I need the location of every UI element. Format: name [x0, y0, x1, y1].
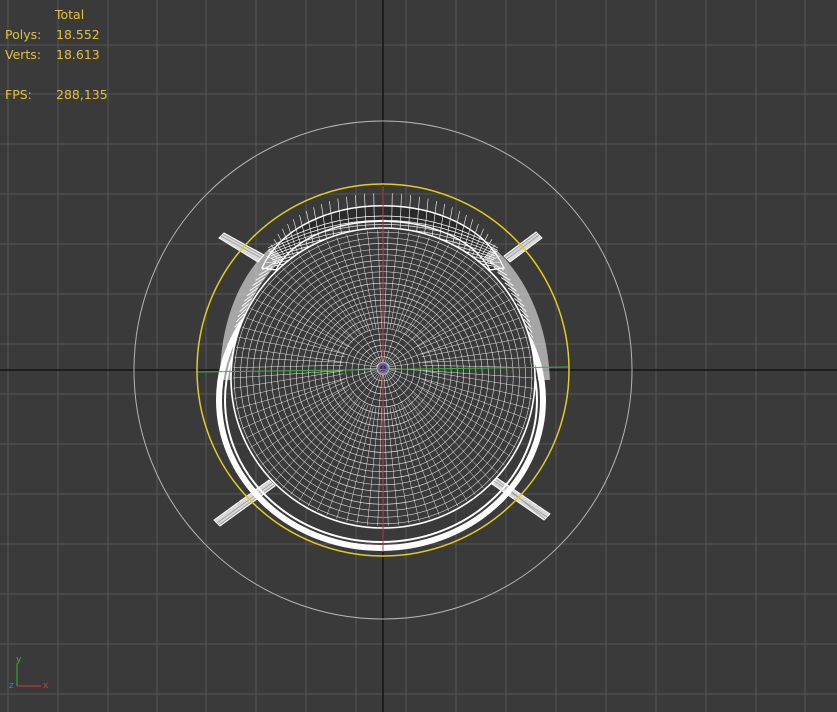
axis-gizmo[interactable]: y z x: [8, 656, 54, 696]
chair-leg-top-left[interactable]: [218, 232, 265, 263]
axis-z-label: z: [9, 681, 14, 691]
axis-x-label: x: [43, 681, 49, 691]
viewport-top[interactable]: Total Polys: 18.552 Verts: 18.613 FPS: 2…: [0, 0, 837, 712]
wireframe-chair-icon[interactable]: [196, 183, 570, 557]
scene-canvas[interactable]: [0, 0, 837, 712]
axis-y-label: y: [16, 655, 22, 665]
